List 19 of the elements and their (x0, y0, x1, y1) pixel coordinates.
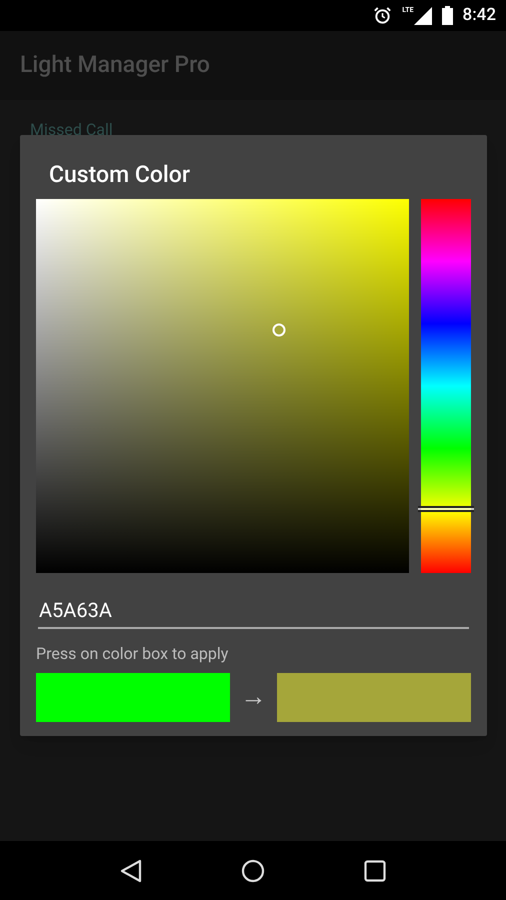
battery-icon (442, 6, 453, 25)
color-swatch[interactable] (36, 673, 230, 722)
arrow-glyph: → (240, 681, 268, 714)
alarm-icon (373, 6, 392, 25)
back-icon[interactable] (120, 858, 142, 882)
app-title: Light Manager Pro (20, 50, 210, 80)
hint-text: Press on color box to apply (36, 643, 230, 665)
clock-time: 8:42 (462, 4, 496, 27)
hue-handle[interactable] (418, 506, 474, 512)
signal-icon (414, 6, 432, 24)
section-header: Missed Call (30, 120, 113, 139)
home-icon[interactable] (240, 858, 265, 882)
recents-icon[interactable] (364, 860, 386, 882)
dialog-title: Custom Color (48, 160, 191, 190)
saturation-value-field[interactable] (36, 199, 409, 573)
hex-input-field[interactable]: A5A63A (38, 593, 469, 629)
color-cursor[interactable] (272, 323, 286, 336)
color-swatch[interactable] (277, 673, 471, 722)
hue-slider[interactable] (421, 199, 471, 573)
